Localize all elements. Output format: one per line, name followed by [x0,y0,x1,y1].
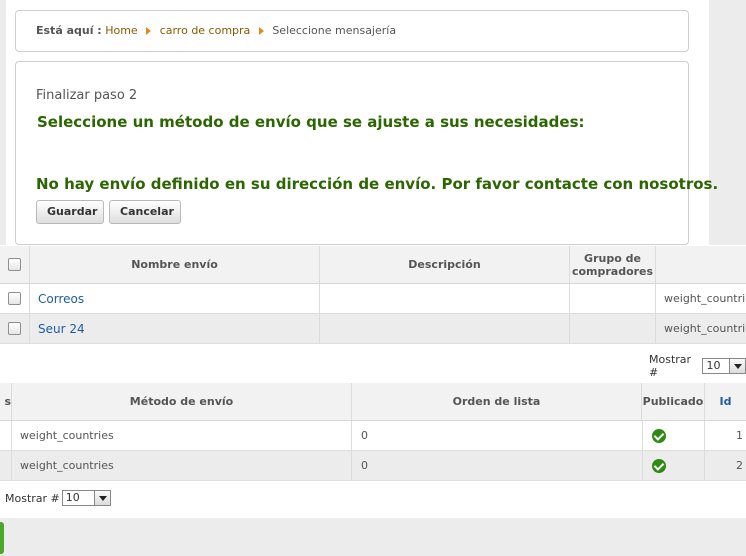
breadcrumb-arrow-icon [146,27,152,35]
method-name-cell: weight_countries [12,451,352,480]
column-header-description[interactable]: Descripción [320,246,570,283]
row-checkbox[interactable] [8,322,21,335]
shipping-heading: Seleccione un método de envío que se aju… [37,113,585,131]
breadcrumb-home-link[interactable]: Home [105,24,137,37]
row-cell-partial [0,451,12,480]
carrier-name-link[interactable]: Correos [38,292,84,306]
column-header-name[interactable]: Nombre envío [30,246,320,283]
right-gutter [709,0,746,245]
column-header-published[interactable]: Publicado [642,383,705,420]
pagination-limit-value: 10 [706,359,721,372]
carrier-name-link[interactable]: Seur 24 [38,322,85,336]
save-button[interactable]: Guardar [36,200,104,224]
carrier-name-cell: Correos [30,284,320,313]
select-all-cell [0,246,30,283]
dropdown-arrow-icon [729,359,745,373]
published-check-icon[interactable] [651,458,666,473]
method-name-cell: weight_countries [12,421,352,450]
dropdown-arrow-icon [93,491,110,505]
carrier-description-cell [320,314,570,343]
published-check-icon[interactable] [651,428,666,443]
carrier-description-cell [320,284,570,313]
carrier-method-cell: weight_countries [664,322,746,335]
table-row: weight_countries 0 1 [0,421,746,451]
column-header-id[interactable]: Id [705,383,746,420]
table-row: Seur 24 weight_countries [0,314,746,344]
table-row: Correos weight_countries [0,284,746,314]
column-header-group[interactable]: Grupo de compradores [570,246,656,283]
breadcrumb-panel: Está aquí : Home carro de compra Selecci… [15,10,689,52]
breadcrumb: Está aquí : Home carro de compra Selecci… [36,24,396,37]
cancel-button[interactable]: Cancelar [109,200,181,224]
pagination-limit-value: 10 [65,491,80,504]
method-id-cell: 2 [736,459,743,472]
carrier-group-cell [570,284,656,313]
no-shipping-notice: No hay envío definido en su dirección de… [36,175,719,193]
shipping-carriers-table: Nombre envío Descripción Grupo de compra… [0,246,746,346]
breadcrumb-lead: Está aquí : [36,24,102,37]
step-title: Finalizar paso 2 [36,88,138,103]
published-cell [642,421,705,450]
carrier-method-cell: weight_countries [664,292,746,305]
checkout-step-panel: Finalizar paso 2 Seleccione un método de… [15,61,718,245]
method-id-cell: 1 [736,429,743,442]
breadcrumb-arrow-icon [258,27,264,35]
row-checkbox-cell [0,314,30,343]
row-checkbox[interactable] [8,292,21,305]
pagination-limit: Mostrar # 10 [5,490,111,506]
bottom-right-gutter [709,518,746,556]
shipping-methods-table-header: s Método de envío Orden de lista Publica… [0,383,746,421]
row-checkbox-cell [0,284,30,313]
column-header-method[interactable]: Método de envío [12,383,352,420]
pagination-label: Mostrar # [649,353,692,379]
column-header-partial: s [0,383,12,420]
row-cell-partial [0,421,12,450]
method-order-cell: 0 [352,451,643,480]
table-row: weight_countries 0 2 [0,451,746,481]
method-order-cell: 0 [352,421,643,450]
pagination-limit-select[interactable]: 10 [61,490,111,506]
breadcrumb-current: Seleccione mensajería [272,24,397,37]
left-gutter [0,0,6,245]
table-header: Nombre envío Descripción Grupo de compra… [0,246,746,284]
pagination-limit: Mostrar # 10 [649,353,746,379]
breadcrumb-cart-link[interactable]: carro de compra [160,24,251,37]
column-header-order[interactable]: Orden de lista [352,383,642,420]
carrier-name-cell: Seur 24 [30,314,320,343]
published-cell [642,451,705,480]
select-all-checkbox[interactable] [8,258,21,271]
carrier-group-cell [570,314,656,343]
pagination-label: Mostrar # [5,491,60,505]
side-tab[interactable] [0,522,4,554]
column-header-method [656,246,746,283]
pagination-limit-select[interactable]: 10 [702,358,746,374]
bottom-gutter [0,518,709,556]
